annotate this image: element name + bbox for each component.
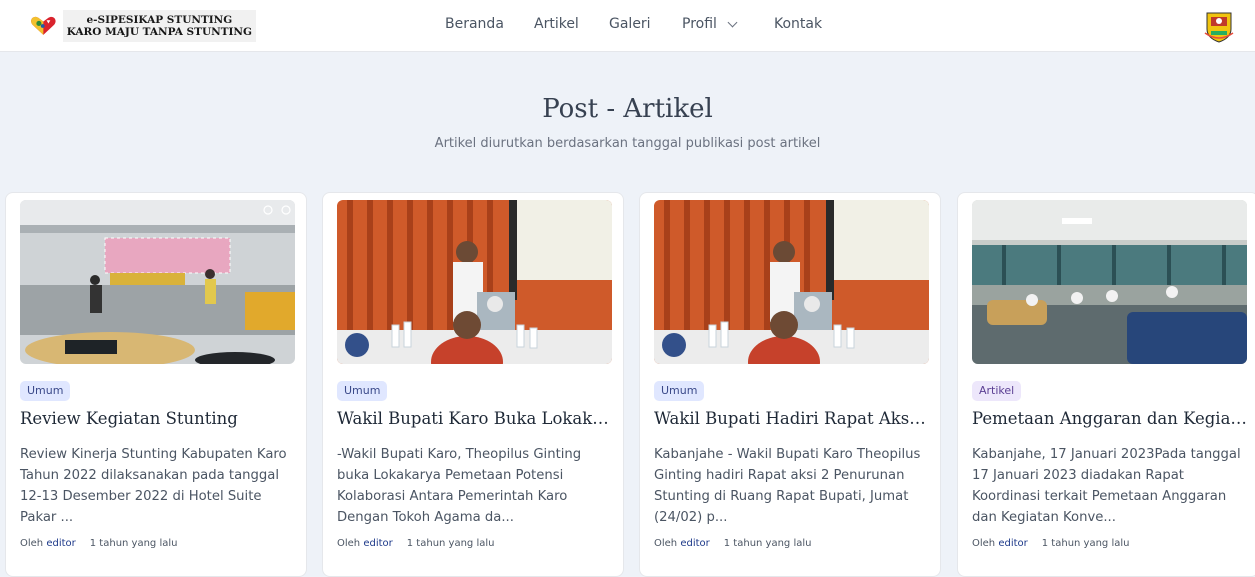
article-card[interactable]: Umum Wakil Bupati Hadiri Rapat Aksi... K… — [639, 192, 941, 577]
article-card[interactable]: Artikel Pemetaan Anggaran dan Kegiatan..… — [957, 192, 1255, 577]
article-author: Oleh editor — [20, 538, 76, 549]
author-link[interactable]: editor — [46, 538, 75, 549]
article-excerpt: Review Kinerja Stunting Kabupaten Karo T… — [20, 447, 287, 525]
article-time: 1 tahun yang lalu — [89, 538, 178, 549]
article-author: Oleh editor — [972, 538, 1028, 549]
page-subtitle: Artikel diurutkan berdasarkan tanggal pu… — [434, 136, 821, 151]
article-title[interactable]: Pemetaan Anggaran dan Kegiatan... — [972, 409, 1248, 428]
author-prefix: Oleh — [972, 538, 996, 549]
article-meta: Oleh editor 1 tahun yang lalu — [20, 538, 177, 549]
article-time: 1 tahun yang lalu — [1041, 538, 1130, 549]
meeting-room-photo — [972, 200, 1247, 364]
article-meta: Oleh editor 1 tahun yang lalu — [337, 538, 494, 549]
category-badge[interactable]: Umum — [20, 381, 71, 401]
chevron-down-icon — [727, 17, 738, 27]
author-link[interactable]: editor — [363, 538, 392, 549]
article-meta: Oleh editor 1 tahun yang lalu — [654, 538, 811, 549]
article-author: Oleh editor — [337, 538, 393, 549]
article-title[interactable]: Wakil Bupati Karo Buka Lokakar... — [337, 409, 613, 428]
page-title: Post - Artikel — [542, 94, 713, 124]
article-card[interactable]: Umum Wakil Bupati Karo Buka Lokakar... -… — [322, 192, 624, 577]
article-title[interactable]: Wakil Bupati Hadiri Rapat Aksi... — [654, 409, 930, 428]
author-link[interactable]: editor — [998, 538, 1027, 549]
article-excerpt: Kabanjahe - Wakil Bupati Karo Theopilus … — [654, 447, 921, 525]
nav-galeri[interactable]: Galeri — [609, 16, 651, 32]
nav-profil-label: Profil — [682, 16, 717, 32]
article-time: 1 tahun yang lalu — [406, 538, 495, 549]
author-prefix: Oleh — [654, 538, 678, 549]
main-menu: Beranda Artikel Galeri Profil Kontak — [0, 0, 1255, 52]
article-thumbnail[interactable] — [20, 200, 295, 364]
speaker-photo — [337, 200, 612, 364]
category-badge[interactable]: Artikel — [972, 381, 1022, 401]
author-link[interactable]: editor — [680, 538, 709, 549]
category-badge[interactable]: Umum — [337, 381, 388, 401]
author-prefix: Oleh — [337, 538, 361, 549]
article-excerpt: -Wakil Bupati Karo, Theopilus Ginting bu… — [337, 447, 582, 525]
article-thumbnail[interactable] — [972, 200, 1247, 364]
event-hall-photo — [20, 200, 295, 364]
article-thumbnail[interactable] — [654, 200, 929, 364]
author-prefix: Oleh — [20, 538, 44, 549]
article-excerpt: Kabanjahe, 17 Januari 2023Pada tanggal 1… — [972, 447, 1241, 525]
nav-kontak[interactable]: Kontak — [774, 16, 822, 32]
speaker-photo — [654, 200, 929, 364]
top-navbar: e-SIPESIKAP STUNTING KARO MAJU TANPA STU… — [0, 0, 1255, 52]
category-badge[interactable]: Umum — [654, 381, 705, 401]
article-author: Oleh editor — [654, 538, 710, 549]
page-header: Post - Artikel Artikel diurutkan berdasa… — [0, 56, 1255, 186]
article-time: 1 tahun yang lalu — [723, 538, 812, 549]
article-card[interactable]: Umum Review Kegiatan Stunting Review Kin… — [5, 192, 307, 577]
article-meta: Oleh editor 1 tahun yang lalu — [972, 538, 1129, 549]
nav-profil-dropdown[interactable]: Profil — [682, 16, 738, 32]
article-title[interactable]: Review Kegiatan Stunting — [20, 409, 296, 428]
article-thumbnail[interactable] — [337, 200, 612, 364]
nav-artikel[interactable]: Artikel — [534, 16, 579, 32]
nav-beranda[interactable]: Beranda — [445, 16, 504, 32]
regency-crest-icon[interactable] — [1203, 9, 1235, 43]
